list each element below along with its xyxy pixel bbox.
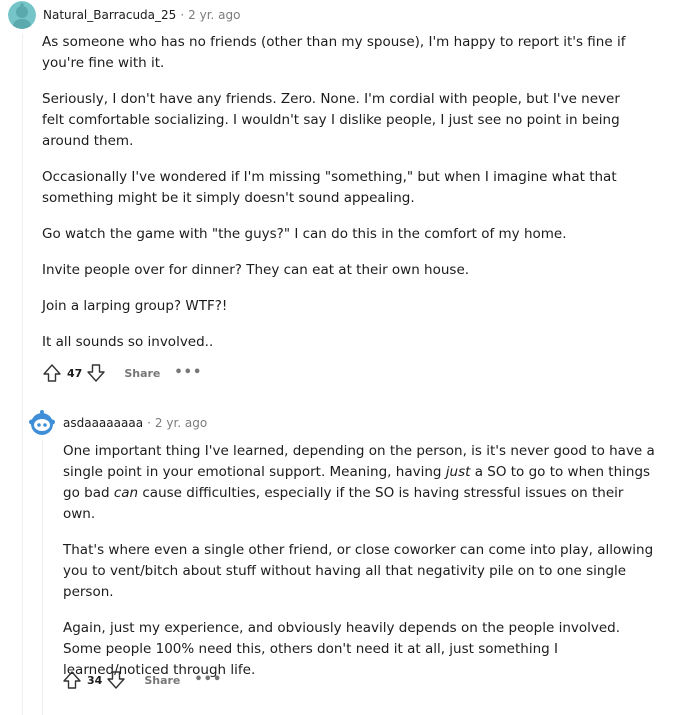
timestamp[interactable]: 2 yr. ago (188, 8, 240, 22)
comment-paragraph: Occasionally I've wondered if I'm missin… (42, 169, 617, 206)
comment-actions: 34 Share ••• (62, 669, 222, 691)
comment-paragraph: Invite people over for dinner? They can … (42, 262, 470, 278)
upvote-icon[interactable] (62, 670, 82, 690)
comment-paragraph: Go watch the game with "the guys?" I can… (42, 226, 567, 242)
share-button[interactable]: Share (124, 367, 160, 380)
avatar[interactable] (8, 1, 36, 29)
text-run: cause difficulties, especially if the SO… (63, 485, 624, 522)
thread-line[interactable] (22, 34, 23, 715)
comment-meta: Natural_Barracuda_25 · 2 yr. ago (43, 7, 240, 23)
vote-count: 34 (87, 673, 103, 687)
avatar[interactable] (28, 409, 56, 437)
comment-paragraph: It all sounds so involved.. (42, 334, 214, 350)
comment-paragraph: Seriously, I don't have any friends. Zer… (42, 91, 620, 149)
username[interactable]: asdaaaaaaaa (63, 416, 143, 430)
username[interactable]: Natural_Barracuda_25 (43, 8, 176, 22)
comment-actions: 47 Share ••• (42, 362, 202, 384)
vote-count: 47 (67, 366, 83, 380)
separator-dot: · (147, 416, 151, 430)
more-options-button[interactable]: ••• (194, 673, 222, 686)
timestamp[interactable]: 2 yr. ago (155, 416, 207, 430)
comment-paragraph: Join a larping group? WTF?! (42, 298, 228, 314)
emphasis-text: just (445, 464, 471, 480)
share-button[interactable]: Share (144, 674, 180, 687)
downvote-icon[interactable] (106, 670, 126, 690)
snoo-avatar-icon (28, 409, 56, 437)
thread-line-reply[interactable] (42, 440, 43, 715)
comment-paragraph: As someone who has no friends (other tha… (42, 34, 626, 71)
separator-dot: · (180, 8, 185, 22)
more-options-button[interactable]: ••• (174, 366, 202, 379)
comment-body: One important thing I've learned, depend… (63, 441, 658, 696)
downvote-icon[interactable] (86, 363, 106, 383)
snoo-avatar-icon (8, 1, 36, 29)
upvote-icon[interactable] (42, 363, 62, 383)
comment-meta: asdaaaaaaaa · 2 yr. ago (63, 415, 207, 431)
comment-body: As someone who has no friends (other tha… (42, 32, 642, 368)
emphasis-text: can (113, 485, 139, 501)
comment-paragraph: One important thing I've learned, depend… (63, 441, 658, 525)
comment-paragraph: That's where even a single other friend,… (63, 542, 654, 600)
